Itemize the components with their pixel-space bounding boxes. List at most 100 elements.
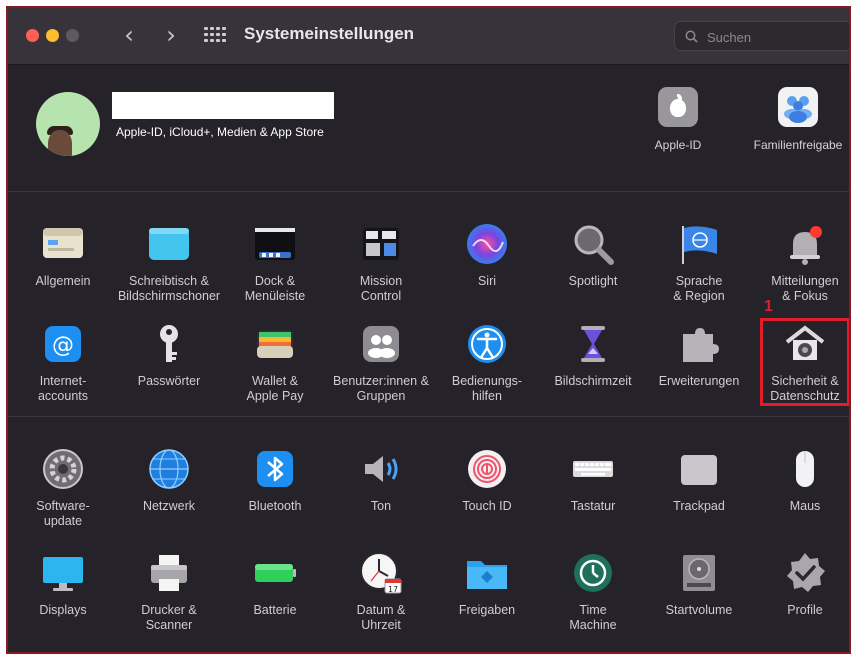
pane-users-groups[interactable]: Benutzer:innen & Gruppen (328, 320, 434, 404)
pane-siri[interactable]: Siri (434, 220, 540, 289)
pane-label: Allgemein (35, 274, 91, 288)
annotation-highlight-box (760, 318, 849, 406)
pane-desktop-screensaver[interactable]: Schreibtisch & Bildschirmschoner (116, 220, 222, 304)
pane-label: Batterie (253, 603, 297, 617)
display-icon (43, 557, 83, 591)
annotation-number: 1 (764, 298, 773, 315)
pane-label: Schreibtisch & Bildschirmschoner (117, 274, 221, 303)
pane-general[interactable]: Allgemein (10, 220, 116, 289)
bluetooth-icon (257, 451, 293, 487)
folder-icon (467, 561, 507, 589)
minimize-button[interactable] (46, 29, 59, 42)
pane-label: Maus (789, 499, 821, 513)
pane-profiles[interactable]: Profile (752, 549, 849, 618)
pane-displays[interactable]: Displays (10, 549, 116, 618)
notifications-icon (790, 226, 822, 265)
forward-button[interactable]: › (156, 21, 186, 51)
mission-control-icon (363, 228, 399, 260)
svg-text:@: @ (52, 333, 74, 358)
pane-time-machine[interactable]: Time Machine (540, 549, 646, 633)
pane-label: Passwörter (137, 374, 201, 388)
family-sharing-pane[interactable]: Familienfreigabe (748, 87, 848, 152)
pane-language-region[interactable]: Sprache & Region (646, 220, 752, 304)
pane-dock-menubar[interactable]: Dock & Menüleiste (222, 220, 328, 304)
pane-label: Bildschirmzeit (554, 374, 632, 388)
pane-trackpad[interactable]: Trackpad (646, 445, 752, 514)
time-machine-icon (574, 554, 612, 592)
pane-printers-scanners[interactable]: Drucker & Scanner (116, 549, 222, 633)
pane-label: Mission Control (359, 274, 403, 303)
clock-icon: 17 (360, 552, 402, 594)
pane-label: Bedienungs- hilfen (451, 374, 523, 403)
users-icon (363, 326, 399, 362)
search-field[interactable] (674, 21, 849, 51)
pane-label: Bluetooth (248, 499, 302, 513)
pane-accessibility[interactable]: Bedienungs- hilfen (434, 320, 540, 404)
globe-icon (149, 449, 189, 489)
pane-touch-id[interactable]: Touch ID (434, 445, 540, 514)
pane-label: Spotlight (568, 274, 618, 288)
desktop-icon (149, 228, 189, 260)
back-button[interactable]: ‹ (114, 21, 144, 51)
battery-icon (255, 564, 296, 582)
pane-mission-control[interactable]: Mission Control (328, 220, 434, 304)
pane-label: Netzwerk (142, 499, 196, 513)
pane-bluetooth[interactable]: Bluetooth (222, 445, 328, 514)
pane-passwords[interactable]: Passwörter (116, 320, 222, 389)
speaker-icon (365, 456, 398, 482)
pane-spotlight[interactable]: Spotlight (540, 220, 646, 289)
avatar[interactable] (36, 92, 100, 156)
preferences-section-personal: Allgemein Schreibtisch & Bildschirmschon… (8, 192, 849, 417)
pane-mouse[interactable]: Maus (752, 445, 849, 514)
preferences-section-hardware: Software- update Netzwerk Bluetooth Ton … (8, 417, 849, 652)
redacted-user-name (112, 92, 334, 119)
pane-date-time[interactable]: 17 Datum & Uhrzeit (328, 549, 434, 633)
pane-startup-disk[interactable]: Startvolume (646, 549, 752, 618)
pane-label: Software- update (36, 499, 90, 528)
dock-icon (255, 228, 295, 260)
pane-label: Startvolume (665, 603, 733, 617)
language-icon (682, 226, 717, 264)
show-all-grid-icon[interactable] (204, 27, 226, 43)
badge-check-icon (787, 553, 825, 592)
pane-label: Tastatur (570, 499, 616, 513)
pane-keyboard[interactable]: Tastatur (540, 445, 646, 514)
pane-label: Sprache & Region (673, 274, 725, 303)
pane-label: Datum & Uhrzeit (356, 603, 406, 632)
accessibility-icon (468, 325, 506, 363)
pane-label: Trackpad (673, 499, 725, 513)
pane-label: Time Machine (569, 603, 617, 632)
family-sharing-label: Familienfreigabe (753, 138, 843, 152)
pane-software-update[interactable]: Software- update (10, 445, 116, 529)
pane-label: Erweiterungen (658, 374, 740, 388)
hourglass-icon (581, 326, 605, 362)
pane-wallet-applepay[interactable]: Wallet & Apple Pay (222, 320, 328, 404)
gear-icon (43, 449, 83, 489)
zoom-button[interactable] (66, 29, 79, 42)
pane-network[interactable]: Netzwerk (116, 445, 222, 514)
keyboard-icon (573, 461, 613, 477)
pane-label: Freigaben (458, 603, 516, 617)
system-preferences-window: ‹ › Systemeinstellungen Apple-ID, iCloud… (6, 6, 851, 654)
pane-internet-accounts[interactable]: @ Internet- accounts (10, 320, 116, 404)
pane-battery[interactable]: Batterie (222, 549, 328, 618)
pane-label: Siri (477, 274, 497, 288)
printer-icon (151, 555, 187, 591)
pane-sound[interactable]: Ton (328, 445, 434, 514)
account-subtitle[interactable]: Apple-ID, iCloud+, Medien & App Store (116, 125, 324, 139)
pane-label: Ton (370, 499, 392, 513)
close-button[interactable] (26, 29, 39, 42)
search-input[interactable] (705, 27, 849, 47)
pane-label: Touch ID (462, 499, 512, 513)
siri-icon (467, 224, 507, 264)
pane-label: Wallet & Apple Pay (246, 374, 304, 403)
title-bar: ‹ › Systemeinstellungen (8, 8, 849, 65)
apple-id-pane[interactable]: Apple-ID (628, 87, 728, 152)
pane-notifications-focus[interactable]: Mitteilungen & Fokus (752, 220, 849, 304)
pane-sharing[interactable]: Freigaben (434, 549, 540, 618)
mouse-icon (796, 451, 814, 487)
pane-screen-time[interactable]: Bildschirmzeit (540, 320, 646, 389)
pane-extensions[interactable]: Erweiterungen (646, 320, 752, 389)
trackpad-icon (681, 455, 717, 485)
pane-label: Displays (39, 603, 87, 617)
